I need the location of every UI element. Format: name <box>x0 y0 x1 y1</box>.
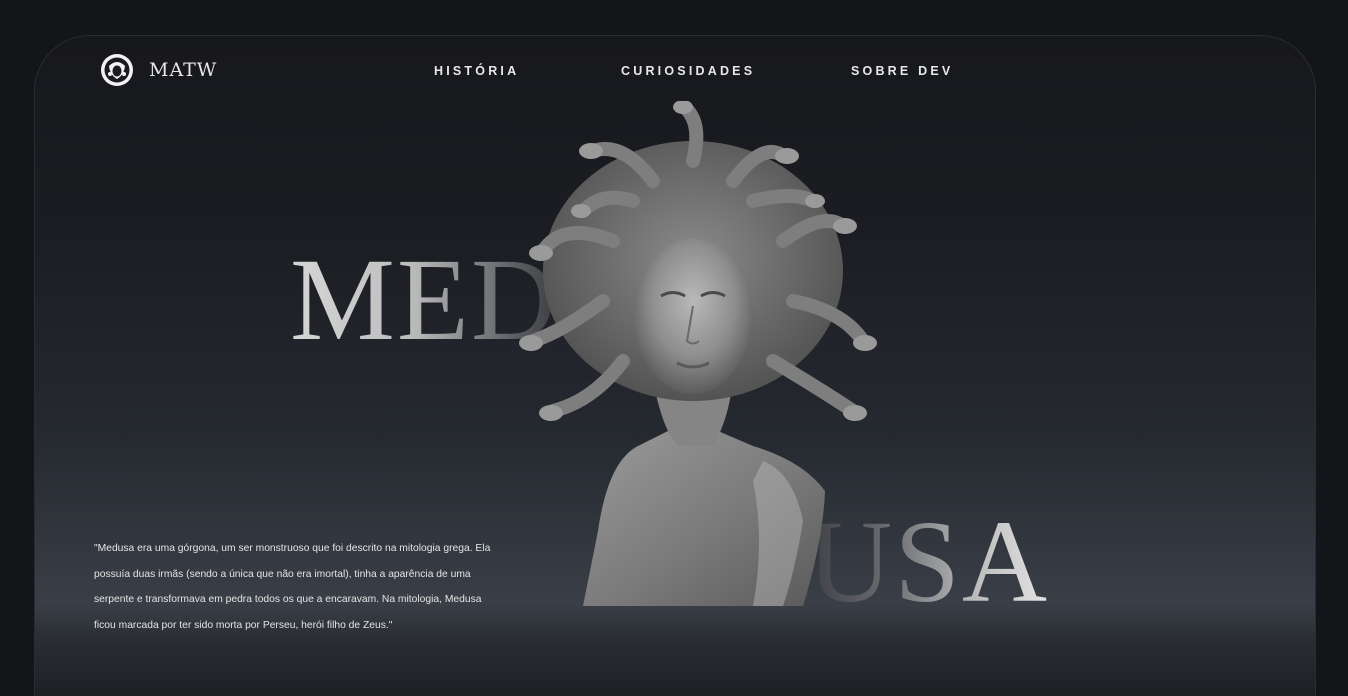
medusa-statue-image <box>519 101 877 606</box>
hero-quote: "Medusa era uma górgona, um ser monstruo… <box>94 543 491 631</box>
nav-link-curiosidades[interactable]: CURIOSIDADES <box>621 64 755 78</box>
medusa-head-logo-icon <box>101 54 133 86</box>
brand-name: MATW <box>149 59 218 81</box>
brand-logo[interactable]: MATW <box>100 53 217 87</box>
nav-link-historia[interactable]: HISTÓRIA <box>434 64 519 78</box>
hero-frame: MATW HISTÓRIA CURIOSIDADES SOBRE DEV MED… <box>34 35 1316 696</box>
nav-link-sobre-dev[interactable]: SOBRE DEV <box>851 64 953 78</box>
